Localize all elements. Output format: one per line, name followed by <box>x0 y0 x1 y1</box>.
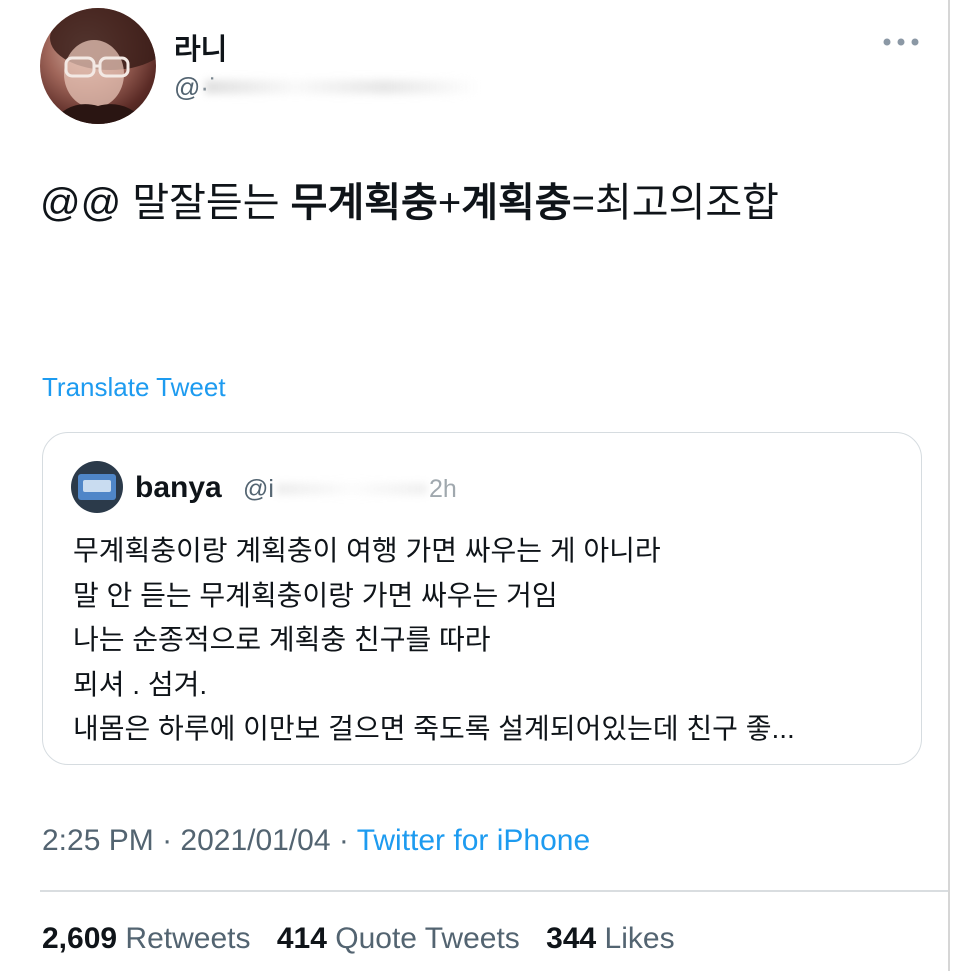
quote-tweets-label: Quote Tweets <box>335 922 520 955</box>
retweets-label: Retweets <box>125 922 251 955</box>
quoted-tweet-body: 무계획충이랑 계획충이 여행 가면 싸우는 게 아니라 말 안 듣는 무계획충이… <box>73 529 903 752</box>
avatar-screen-inner <box>83 480 111 492</box>
likes-count: 344 <box>546 922 597 955</box>
likes-label: Likes <box>604 922 675 955</box>
retweets-count: 2,609 <box>42 922 118 955</box>
tweet-text-segment: =최고의조합 <box>571 181 779 225</box>
meta-separator: · <box>153 824 181 857</box>
quoted-tweet-line: 말 안 듣는 무계획충이랑 가면 싸우는 거임 <box>73 579 558 611</box>
avatar-photo <box>50 8 156 124</box>
quoted-tweet-time: 2h <box>429 475 457 503</box>
tweet-date[interactable]: 2021/01/04 <box>180 824 330 857</box>
quoted-tweet-line: 뫼셔 . 섬겨. <box>73 668 208 700</box>
translate-tweet-link[interactable]: Translate Tweet <box>42 372 226 403</box>
right-edge-rule <box>948 0 950 971</box>
author-avatar[interactable] <box>40 8 156 124</box>
tweet-meta: 2:25 PM · 2021/01/04 · Twitter for iPhon… <box>42 824 590 858</box>
author-display-name[interactable]: 라니 <box>174 26 227 68</box>
meta-separator: · <box>330 824 357 857</box>
quote-tweets-stat[interactable]: 414 Quote Tweets <box>277 922 520 955</box>
tweet-time[interactable]: 2:25 PM <box>42 824 154 857</box>
retweets-stat[interactable]: 2,609 Retweets <box>42 922 250 955</box>
quoted-tweet-line: 나는 순종적으로 계획충 친구를 따라 <box>73 624 491 655</box>
quoted-author-name: banya <box>135 471 222 504</box>
quoted-author-handle: @i <box>243 475 274 503</box>
tweet-text-segment: @@ 말잘듣는 <box>40 181 291 225</box>
engagement-stats: 2,609 Retweets 414 Quote Tweets 344 Like… <box>42 922 693 956</box>
quoted-handle-redaction <box>277 483 427 495</box>
quoted-tweet-line: 무계획충이랑 계획충이 여행 가면 싸우는 게 아니라 <box>73 535 661 566</box>
tweet-text-bold: 계획충 <box>461 181 572 225</box>
handle-redaction <box>205 80 475 94</box>
more-dots-icon[interactable] <box>878 30 924 54</box>
likes-stat[interactable]: 344 Likes <box>546 922 674 955</box>
divider <box>40 890 948 892</box>
tweet-text-segment: + <box>437 181 462 225</box>
quoted-tweet-card[interactable]: banya @i 2h 무계획충이랑 계획충이 여행 가면 싸우는 게 아니라 … <box>42 432 922 765</box>
quoted-tweet-line: 내몸은 하루에 이만보 걸으면 죽도록 설계되어있는데 친구 좋... <box>73 713 795 744</box>
quote-tweets-count: 414 <box>276 922 327 955</box>
quoted-author-avatar <box>71 461 123 513</box>
tweet-source-link[interactable]: Twitter for iPhone <box>357 824 590 857</box>
tweet-text-bold: 무계획충 <box>290 181 438 225</box>
tweet-text: @@ 말잘듣는 무계획충+계획충=최고의조합 <box>40 170 920 236</box>
